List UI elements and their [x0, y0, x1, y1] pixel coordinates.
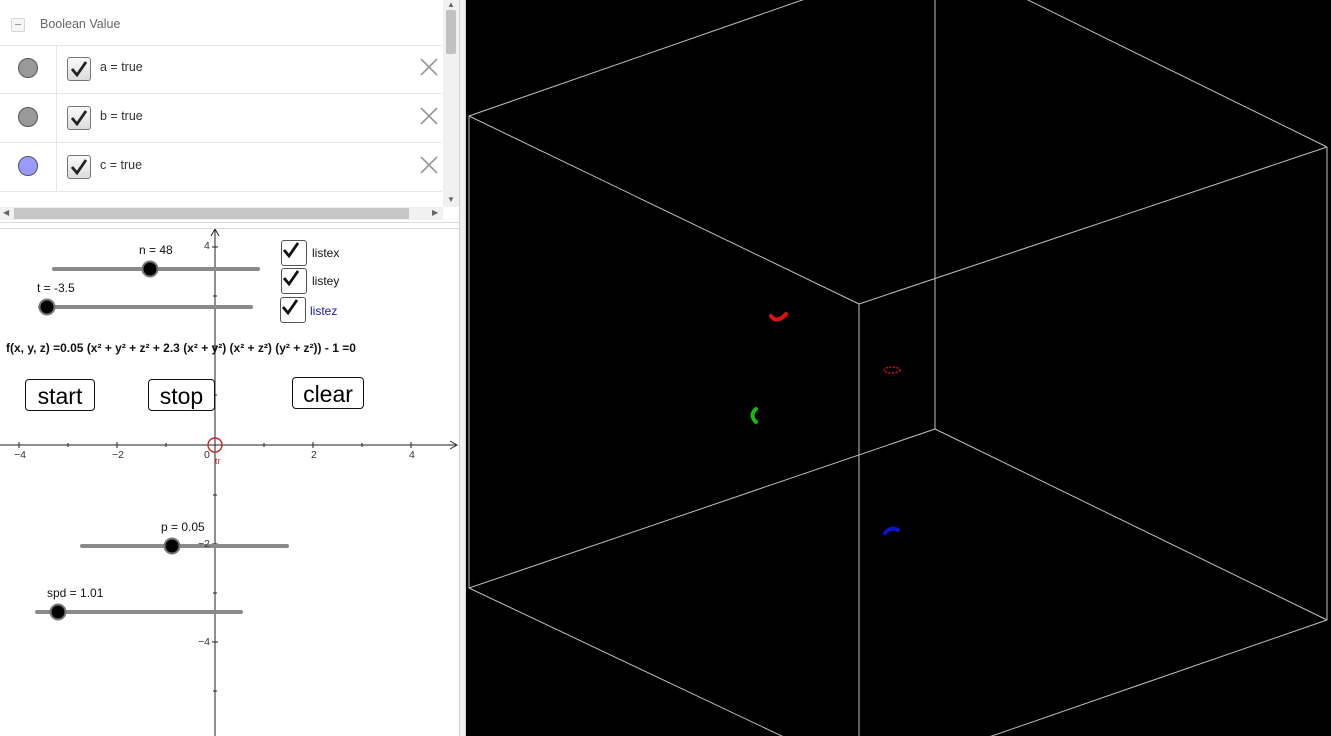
slider-p-label: p = 0.05: [161, 520, 205, 534]
slider-spd-handle[interactable]: [49, 603, 67, 621]
box-edge: [858, 146, 1328, 305]
x-tick-label: 0: [204, 449, 210, 461]
algebra-group-header[interactable]: Boolean Value: [0, 0, 442, 46]
start-button[interactable]: start: [25, 379, 95, 411]
visibility-marble-icon[interactable]: [18, 156, 38, 176]
slider-p[interactable]: [80, 537, 289, 555]
slider-spd[interactable]: [35, 603, 243, 621]
graphics-3d-view[interactable]: [466, 0, 1331, 736]
x-tick-label: −2: [112, 449, 124, 461]
algebra-value-a: a = true: [100, 60, 143, 74]
y-tick-label: −2: [198, 538, 210, 550]
box-edge: [934, 428, 1328, 621]
slider-n[interactable]: [52, 260, 260, 278]
y-tick-label: 4: [204, 240, 210, 252]
algebra-value-b: b = true: [100, 109, 143, 123]
scrollbar-thumb[interactable]: [14, 208, 409, 219]
graphics-3d-canvas[interactable]: [466, 0, 1331, 736]
checkbox-listez-label: listez: [310, 304, 338, 318]
checkmark-icon: [70, 159, 88, 176]
algebra-horizontal-scrollbar[interactable]: ◀ ▶: [0, 207, 443, 220]
checkbox-listey-label: listey: [312, 274, 340, 288]
box-edge: [468, 115, 860, 305]
horizontal-splitter[interactable]: [0, 222, 459, 229]
x-tick-label: 4: [409, 449, 415, 461]
graphics-view[interactable]: −4 −2 0 2 4 4 −2 −4 tr n = 48 t = -3.5 p…: [0, 229, 459, 736]
box-edge: [468, 428, 936, 589]
scrollbar-thumb[interactable]: [446, 10, 456, 54]
algebra-value-c: c = true: [100, 158, 143, 172]
checkbox-listey[interactable]: [281, 268, 307, 294]
checkbox-listex[interactable]: [281, 240, 307, 266]
visibility-marble-icon[interactable]: [18, 58, 38, 78]
boolean-checkbox-a[interactable]: [67, 57, 91, 81]
marble-cell[interactable]: [0, 143, 57, 191]
point-label: tr: [215, 456, 221, 466]
checkbox-listez[interactable]: [280, 297, 306, 323]
curve-green: [750, 407, 758, 424]
graphics-canvas[interactable]: [0, 229, 459, 736]
checkmark-icon: [282, 270, 300, 287]
y-tick-label: −4: [198, 636, 210, 648]
checkmark-icon: [281, 299, 299, 316]
delete-icon[interactable]: [419, 106, 439, 126]
marble-cell[interactable]: [0, 45, 57, 93]
slider-t[interactable]: [38, 298, 253, 316]
slider-n-handle[interactable]: [141, 260, 159, 278]
scroll-up-icon[interactable]: ▲: [447, 1, 455, 9]
curve-red-ring: [883, 366, 901, 374]
box-edge: [468, 587, 783, 736]
slider-p-handle[interactable]: [163, 537, 181, 555]
curve-red: [769, 312, 788, 322]
box-edge: [1026, 0, 1328, 148]
delete-icon[interactable]: [419, 57, 439, 77]
slider-t-handle[interactable]: [38, 298, 56, 316]
box-edge: [468, 0, 804, 117]
marble-cell[interactable]: [0, 94, 57, 142]
algebra-row-a[interactable]: a = true: [0, 45, 442, 94]
delete-icon[interactable]: [419, 155, 439, 175]
scroll-down-icon[interactable]: ▼: [447, 196, 455, 204]
vertical-splitter[interactable]: [459, 0, 466, 736]
collapse-icon[interactable]: [11, 18, 25, 32]
slider-t-label: t = -3.5: [37, 281, 75, 295]
checkbox-listex-label: listex: [312, 246, 340, 260]
visibility-marble-icon[interactable]: [18, 107, 38, 127]
curve-blue: [883, 526, 900, 535]
boolean-checkbox-b[interactable]: [67, 106, 91, 130]
algebra-view: Boolean Value a = true b = true c = true: [0, 0, 459, 222]
implicit-surface-formula: f(x, y, z) =0.05 (x² + y² + z² + 2.3 (x²…: [6, 341, 356, 355]
checkmark-icon: [70, 61, 88, 78]
scroll-right-icon[interactable]: ▶: [432, 209, 438, 217]
algebra-row-b[interactable]: b = true: [0, 94, 442, 143]
slider-spd-label: spd = 1.01: [47, 586, 104, 600]
checkmark-icon: [282, 242, 300, 259]
algebra-vertical-scrollbar[interactable]: ▲ ▼: [443, 0, 459, 207]
algebra-group-title: Boolean Value: [40, 17, 121, 31]
slider-n-label: n = 48: [139, 243, 173, 257]
boolean-checkbox-c[interactable]: [67, 155, 91, 179]
box-edge: [990, 619, 1328, 736]
x-tick-label: −4: [14, 449, 26, 461]
x-tick-label: 2: [311, 449, 317, 461]
clear-button[interactable]: clear: [292, 377, 364, 409]
stop-button[interactable]: stop: [148, 379, 215, 411]
scroll-left-icon[interactable]: ◀: [3, 209, 9, 217]
algebra-row-c[interactable]: c = true: [0, 143, 442, 192]
checkmark-icon: [70, 110, 88, 127]
